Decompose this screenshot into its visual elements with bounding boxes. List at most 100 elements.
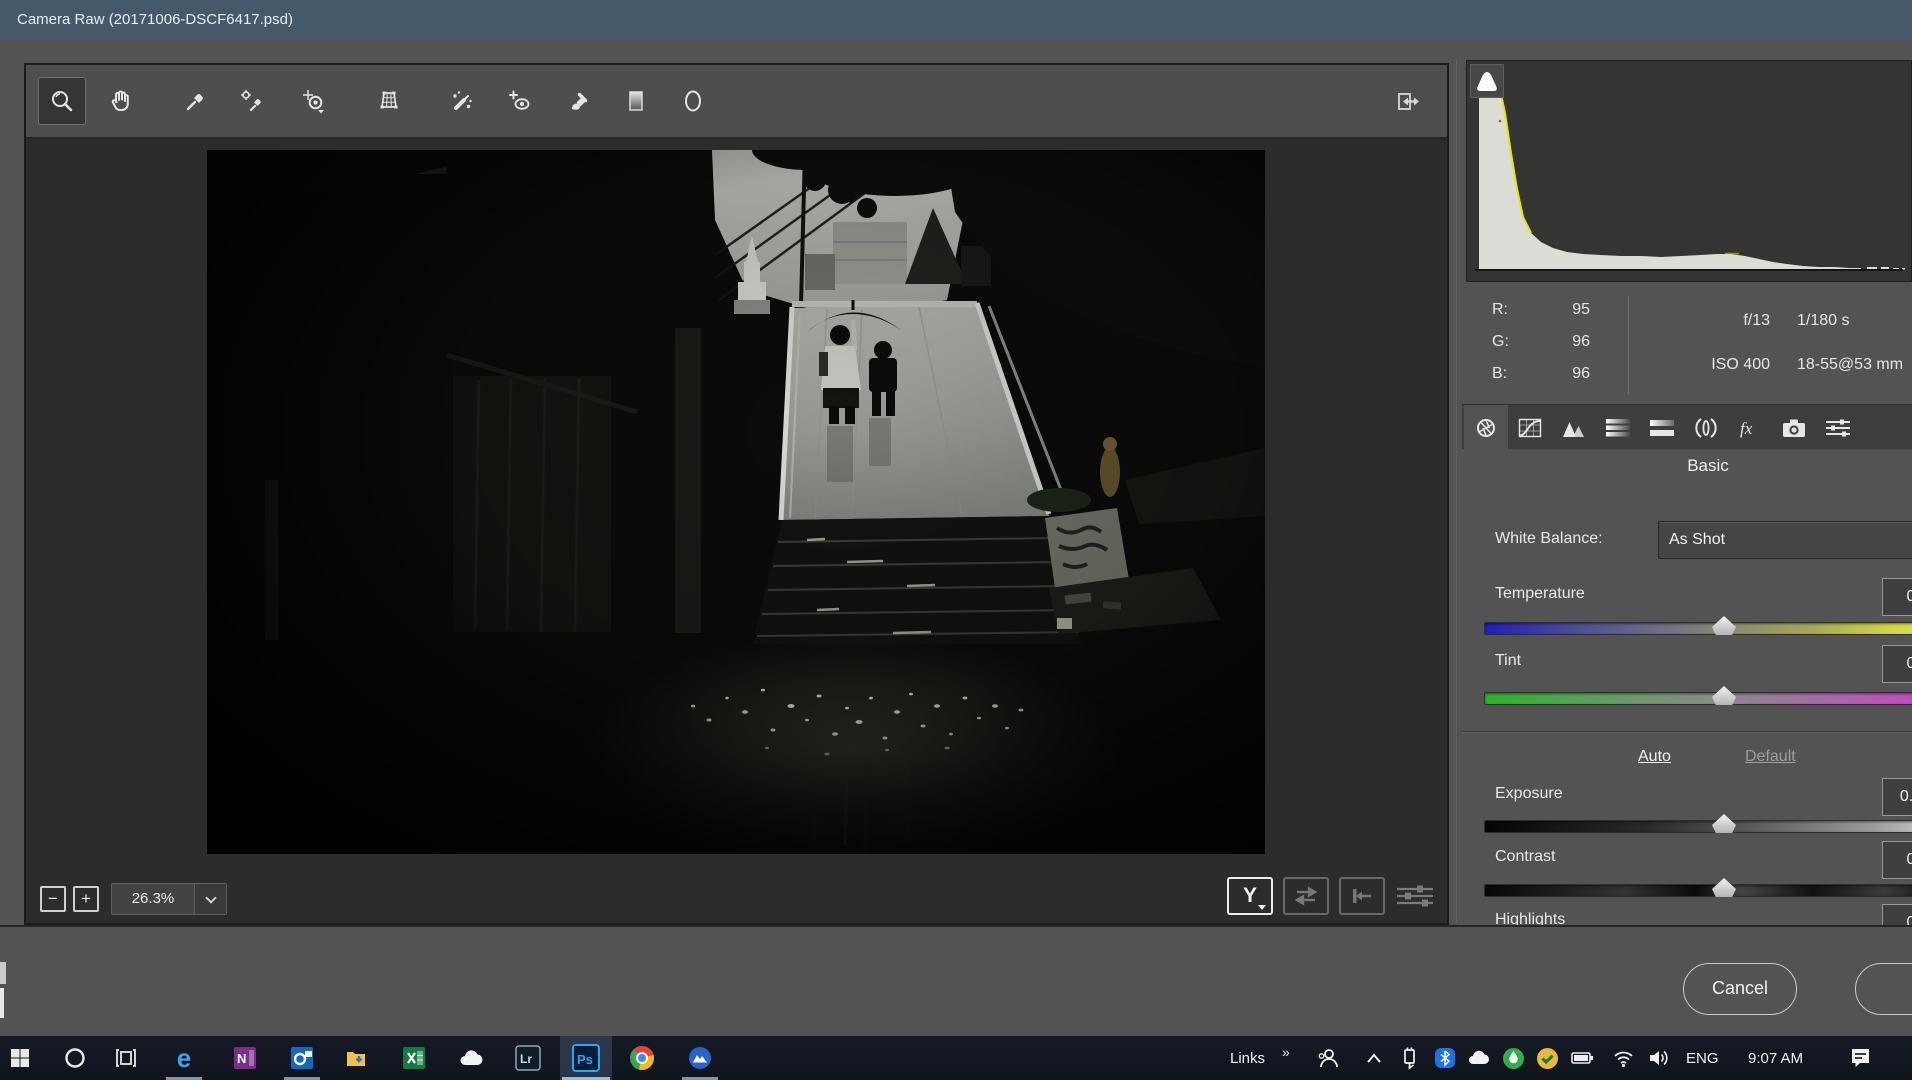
tab-effects[interactable]: fx bbox=[1728, 405, 1772, 450]
adjustment-brush-tool-button[interactable] bbox=[555, 77, 603, 125]
taskbar-excel-button[interactable] bbox=[394, 1036, 434, 1080]
bluetooth-tray-icon-button[interactable] bbox=[1434, 1036, 1456, 1080]
contrast-value-field[interactable]: 0 bbox=[1882, 841, 1912, 879]
taskbar-photoshop-button[interactable]: Ps bbox=[560, 1036, 612, 1080]
tint-slider-handle[interactable] bbox=[1712, 686, 1736, 705]
onedrive-cloud-icon bbox=[458, 1048, 484, 1068]
time-label: 9:07 AM bbox=[1748, 1050, 1803, 1067]
people-button[interactable] bbox=[1316, 1036, 1340, 1080]
taskbar-onedrive-button[interactable] bbox=[451, 1036, 491, 1080]
exposure-slider[interactable] bbox=[1484, 820, 1912, 833]
taskbar-onenote-button[interactable]: N bbox=[225, 1036, 265, 1080]
aperture-value: f/13 bbox=[1660, 312, 1770, 330]
tab-camera-calibration[interactable] bbox=[1772, 405, 1816, 450]
cortana-button[interactable] bbox=[55, 1036, 95, 1080]
spot-removal-icon bbox=[449, 88, 475, 114]
targeted-adjustment-tool-button[interactable] bbox=[290, 77, 338, 125]
default-link[interactable]: Default bbox=[1745, 748, 1796, 766]
green-drop-icon bbox=[1502, 1047, 1525, 1070]
eyedropper-icon bbox=[183, 88, 209, 114]
clock[interactable]: 9:07 AM bbox=[1748, 1036, 1803, 1080]
battery-tray-icon-button[interactable] bbox=[1570, 1036, 1596, 1080]
color-sampler-tool-button[interactable] bbox=[228, 77, 276, 125]
contrast-slider-handle[interactable] bbox=[1712, 878, 1736, 897]
zoom-out-button[interactable]: − bbox=[40, 886, 66, 912]
exposure-slider-handle[interactable] bbox=[1712, 814, 1736, 833]
tint-value-field[interactable]: 0 bbox=[1882, 645, 1912, 683]
photo-preview bbox=[207, 150, 1265, 854]
taskbar-lightroom-button[interactable]: Lr bbox=[508, 1036, 548, 1080]
swap-before-after-button[interactable] bbox=[1283, 877, 1329, 915]
toggle-fullscreen-button[interactable] bbox=[1385, 78, 1433, 126]
onedrive-tray-icon-button[interactable] bbox=[1466, 1036, 1492, 1080]
temperature-label: Temperature bbox=[1495, 585, 1585, 603]
task-view-button[interactable] bbox=[106, 1036, 146, 1080]
caret-up-icon bbox=[1364, 1049, 1384, 1067]
image-canvas[interactable]: − + 26.3% Y bbox=[26, 139, 1447, 923]
temperature-slider[interactable] bbox=[1484, 622, 1912, 635]
lens-icon bbox=[1694, 417, 1718, 439]
chevron-right-icon: » bbox=[1282, 1044, 1290, 1060]
panel-title: Basic bbox=[1462, 456, 1912, 476]
antivirus-tray-icon-button[interactable] bbox=[1502, 1036, 1525, 1080]
speaker-icon bbox=[1648, 1047, 1672, 1069]
taskbar-vpn-button[interactable] bbox=[680, 1036, 720, 1080]
security-tray-icon-button[interactable] bbox=[1536, 1036, 1559, 1080]
action-center-button[interactable] bbox=[1849, 1036, 1873, 1080]
copy-settings-button[interactable] bbox=[1339, 877, 1385, 915]
graduated-filter-tool-button[interactable] bbox=[612, 77, 660, 125]
links-toolbar[interactable]: Links bbox=[1230, 1036, 1265, 1080]
cancel-button[interactable]: Cancel bbox=[1683, 963, 1797, 1015]
exposure-value-field[interactable]: 0.0 bbox=[1882, 778, 1912, 816]
temperature-value-field[interactable]: 0 bbox=[1882, 578, 1912, 616]
preview-preferences-icon[interactable] bbox=[1395, 884, 1435, 908]
tab-tone-curve[interactable] bbox=[1508, 405, 1552, 450]
start-button[interactable] bbox=[0, 1036, 40, 1080]
zoom-level-select[interactable]: 26.3% bbox=[111, 883, 227, 915]
svg-text:Ps: Ps bbox=[577, 1052, 593, 1067]
contrast-slider[interactable] bbox=[1484, 884, 1912, 897]
taskbar-outlook-button[interactable] bbox=[282, 1036, 322, 1080]
white-balance-tool-button[interactable] bbox=[172, 77, 220, 125]
g-label: G: bbox=[1492, 333, 1509, 351]
zoom-in-button[interactable]: + bbox=[73, 886, 99, 912]
radial-filter-tool-button[interactable] bbox=[669, 77, 717, 125]
highlights-value-field[interactable]: 0 bbox=[1882, 904, 1912, 925]
histogram[interactable] bbox=[1466, 60, 1912, 282]
tab-presets[interactable] bbox=[1816, 405, 1860, 450]
tab-split-toning[interactable] bbox=[1640, 405, 1684, 450]
tab-detail[interactable] bbox=[1552, 405, 1596, 450]
tab-hsl-grayscale[interactable] bbox=[1596, 405, 1640, 450]
taskbar-edge-button[interactable]: e bbox=[164, 1036, 204, 1080]
hand-tool-button[interactable] bbox=[97, 77, 145, 125]
b-label: B: bbox=[1492, 365, 1507, 383]
window-title: Camera Raw (20171006-DSCF6417.psd) bbox=[17, 11, 293, 28]
spot-removal-tool-button[interactable] bbox=[438, 77, 486, 125]
tint-slider[interactable] bbox=[1484, 692, 1912, 705]
section-separator bbox=[1462, 731, 1912, 733]
volume-tray-icon-button[interactable] bbox=[1648, 1036, 1672, 1080]
taskbar-chrome-button[interactable] bbox=[622, 1036, 662, 1080]
detail-triangles-icon bbox=[1562, 417, 1586, 439]
chevron-down-icon[interactable] bbox=[194, 884, 226, 914]
red-eye-tool-button[interactable] bbox=[495, 77, 543, 125]
temperature-slider-handle[interactable] bbox=[1712, 616, 1736, 635]
usb-tray-icon-button[interactable] bbox=[1398, 1036, 1420, 1080]
show-hidden-icons-button[interactable] bbox=[1364, 1036, 1384, 1080]
before-after-view-button[interactable]: Y bbox=[1227, 877, 1273, 915]
tab-basic[interactable] bbox=[1464, 405, 1508, 450]
shadow-clipping-indicator[interactable] bbox=[1470, 64, 1504, 98]
wifi-tray-icon-button[interactable] bbox=[1612, 1036, 1636, 1080]
window-titlebar[interactable]: Camera Raw (20171006-DSCF6417.psd) bbox=[0, 0, 1912, 40]
auto-link[interactable]: Auto bbox=[1638, 748, 1671, 766]
tab-lens-corrections[interactable] bbox=[1684, 405, 1728, 450]
taskbar-downloads-button[interactable] bbox=[337, 1036, 377, 1080]
white-balance-select[interactable]: As Shot bbox=[1658, 521, 1912, 559]
download-folder-icon bbox=[345, 1047, 369, 1069]
contrast-value: 0 bbox=[1907, 851, 1912, 868]
outlook-icon bbox=[291, 1047, 313, 1069]
zoom-tool-button[interactable] bbox=[38, 77, 86, 125]
ok-button[interactable]: OK bbox=[1855, 963, 1912, 1015]
transform-tool-button[interactable] bbox=[365, 77, 413, 125]
language-indicator[interactable]: ENG bbox=[1686, 1036, 1719, 1080]
